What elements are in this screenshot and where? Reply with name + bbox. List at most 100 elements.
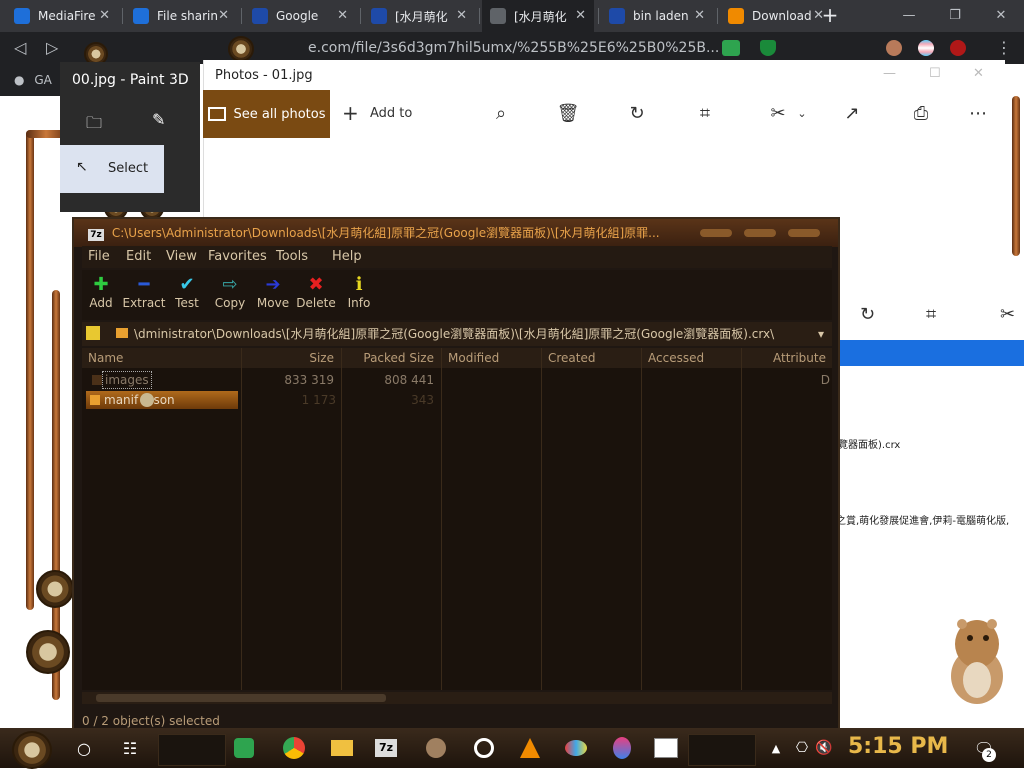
sevenzip-taskbar-icon[interactable]: 7z	[370, 732, 402, 764]
sevenzip-maximize-button[interactable]	[744, 229, 776, 237]
chevron-down-icon[interactable]: ▾	[818, 322, 824, 346]
tab-close-icon[interactable]: ✕	[694, 8, 705, 23]
pipe-decoration	[26, 130, 34, 610]
select-label: Select	[108, 161, 149, 176]
menu-item-view[interactable]: View	[166, 246, 197, 268]
crop-icon[interactable]	[176, 158, 196, 178]
tab-close-icon[interactable]: ✕	[218, 8, 229, 23]
browser-tab[interactable]: bin laden ✕	[601, 0, 713, 32]
sevenzip-minimize-button[interactable]	[700, 229, 732, 237]
edit-icon[interactable]: ✂	[1000, 304, 1015, 325]
menu-item-file[interactable]: File	[88, 246, 110, 268]
tab-close-icon[interactable]: ✕	[337, 8, 348, 23]
media-player-icon[interactable]	[468, 732, 500, 764]
file-name: images	[102, 371, 152, 389]
extension-icon[interactable]	[722, 40, 740, 56]
tab-title: [水月萌化	[395, 9, 448, 24]
edit-icon[interactable]: ✂	[766, 102, 790, 126]
photos-close-button[interactable]: ✕	[973, 66, 984, 81]
column-attribute[interactable]: Attribute	[742, 348, 832, 368]
paint3d-title: 00.jpg - Paint 3D	[72, 72, 189, 88]
delete-icon[interactable]: 🗑	[556, 102, 580, 126]
toolbar-label: Add	[89, 296, 113, 310]
flag-extension-icon[interactable]	[918, 40, 934, 56]
info-button[interactable]: ℹ Info	[334, 274, 384, 310]
rotate-icon[interactable]: ↻	[625, 102, 649, 126]
column-accessed[interactable]: Accessed	[642, 348, 740, 368]
toolbar-label: Test	[175, 296, 199, 310]
photos-taskbar-icon[interactable]	[650, 732, 682, 764]
forward-icon[interactable]: ▷	[46, 38, 58, 57]
cortana-icon[interactable]: ○	[68, 732, 100, 764]
address-bar[interactable]: e.com/file/3s6d3gm7hil5umx/%255B%25E6%25…	[190, 37, 719, 59]
evernote-icon[interactable]	[228, 732, 260, 764]
tab-title: [水月萌化	[514, 9, 567, 24]
table-row[interactable]: manif son	[86, 391, 238, 409]
photos-minimize-button[interactable]: —	[883, 66, 896, 81]
tab-close-icon[interactable]: ✕	[99, 8, 110, 23]
browser-tab[interactable]: [水月萌化 ✕	[363, 0, 475, 32]
menu-item-edit[interactable]: Edit	[126, 246, 151, 268]
maximize-button[interactable]: ❐	[932, 0, 978, 32]
browser-tab[interactable]: [水月萌化 ✕	[482, 0, 594, 32]
table-row[interactable]: images 833 319 808 441 D	[86, 371, 830, 389]
paint-icon[interactable]	[560, 732, 592, 764]
share-icon[interactable]: ↗	[840, 102, 864, 126]
tab-close-icon[interactable]: ✕	[575, 8, 586, 23]
paint3d-taskbar-icon[interactable]	[420, 732, 452, 764]
see-all-photos-button[interactable]: See all photos	[203, 90, 330, 138]
bookmark-item[interactable]: ● GA	[0, 64, 60, 96]
tab-close-icon[interactable]: ✕	[456, 8, 467, 23]
gauge-decoration	[228, 36, 254, 62]
minimize-button[interactable]: —	[886, 0, 932, 32]
column-created[interactable]: Created	[542, 348, 640, 368]
toolbar-label: Move	[256, 296, 290, 310]
taskbar-slot	[158, 734, 226, 766]
menu-item-tools[interactable]: Tools	[276, 246, 308, 268]
browser-tab[interactable]: File sharin ✕	[125, 0, 237, 32]
browser-tab[interactable]: MediaFire ✕	[6, 0, 118, 32]
select-tool-button[interactable]: ↖ Select	[60, 145, 164, 193]
more-icon[interactable]: ⋯	[966, 102, 990, 126]
sevenzip-address-bar[interactable]: \dministrator\Downloads\[水月萌化組]原罪之冠(Goog…	[82, 322, 832, 346]
taskbar-clock[interactable]: 5:15 PM	[848, 734, 948, 759]
column-size[interactable]: Size	[242, 348, 340, 368]
scrollbar-thumb[interactable]	[96, 694, 386, 702]
task-view-icon[interactable]: ☷	[114, 732, 146, 764]
menu-item-help[interactable]: Help	[332, 246, 362, 268]
new-tab-button[interactable]: +	[818, 4, 842, 28]
add-to-button[interactable]: Add to	[370, 106, 412, 121]
selection-highlight	[838, 340, 1024, 366]
vlc-icon[interactable]	[514, 732, 546, 764]
folder-icon[interactable]: 🗀	[86, 112, 102, 139]
column-packed-size[interactable]: Packed Size	[342, 348, 440, 368]
browser-tab[interactable]: Google ✕	[244, 0, 356, 32]
rotate-icon[interactable]: ↻	[860, 304, 875, 325]
print-icon[interactable]: ⎙	[909, 102, 933, 126]
column-name[interactable]: Name	[82, 348, 240, 368]
photos-maximize-button[interactable]: ☐	[929, 66, 941, 81]
zoom-icon[interactable]: ⌕	[489, 102, 513, 126]
shield-icon[interactable]	[760, 40, 776, 56]
close-button[interactable]: ✕	[978, 0, 1024, 32]
menu-icon[interactable]: ⋮	[996, 38, 1012, 57]
column-modified[interactable]: Modified	[442, 348, 540, 368]
crop-icon[interactable]: ⌗	[926, 304, 936, 325]
chrome-icon[interactable]	[278, 732, 310, 764]
up-folder-icon[interactable]	[86, 326, 100, 340]
volume-muted-icon[interactable]: 🔇	[808, 732, 840, 764]
chevron-down-icon[interactable]: ⌄	[790, 102, 814, 126]
pipe-decoration	[1012, 96, 1020, 256]
browser-tab[interactable]: Download ✕	[720, 0, 832, 32]
avatar[interactable]	[886, 40, 902, 56]
table-row-values: 1 173 343	[240, 391, 450, 409]
sevenzip-close-button[interactable]	[788, 229, 820, 237]
ublock-icon[interactable]	[950, 40, 966, 56]
back-icon[interactable]: ◁	[14, 38, 26, 57]
start-button[interactable]	[12, 731, 52, 769]
brush-icon[interactable]: ✎	[152, 110, 165, 129]
balloon-icon[interactable]	[606, 732, 638, 764]
crop-icon[interactable]: ⌗	[693, 102, 717, 126]
file-explorer-icon[interactable]	[326, 732, 358, 764]
menu-item-favorites[interactable]: Favorites	[208, 246, 267, 268]
